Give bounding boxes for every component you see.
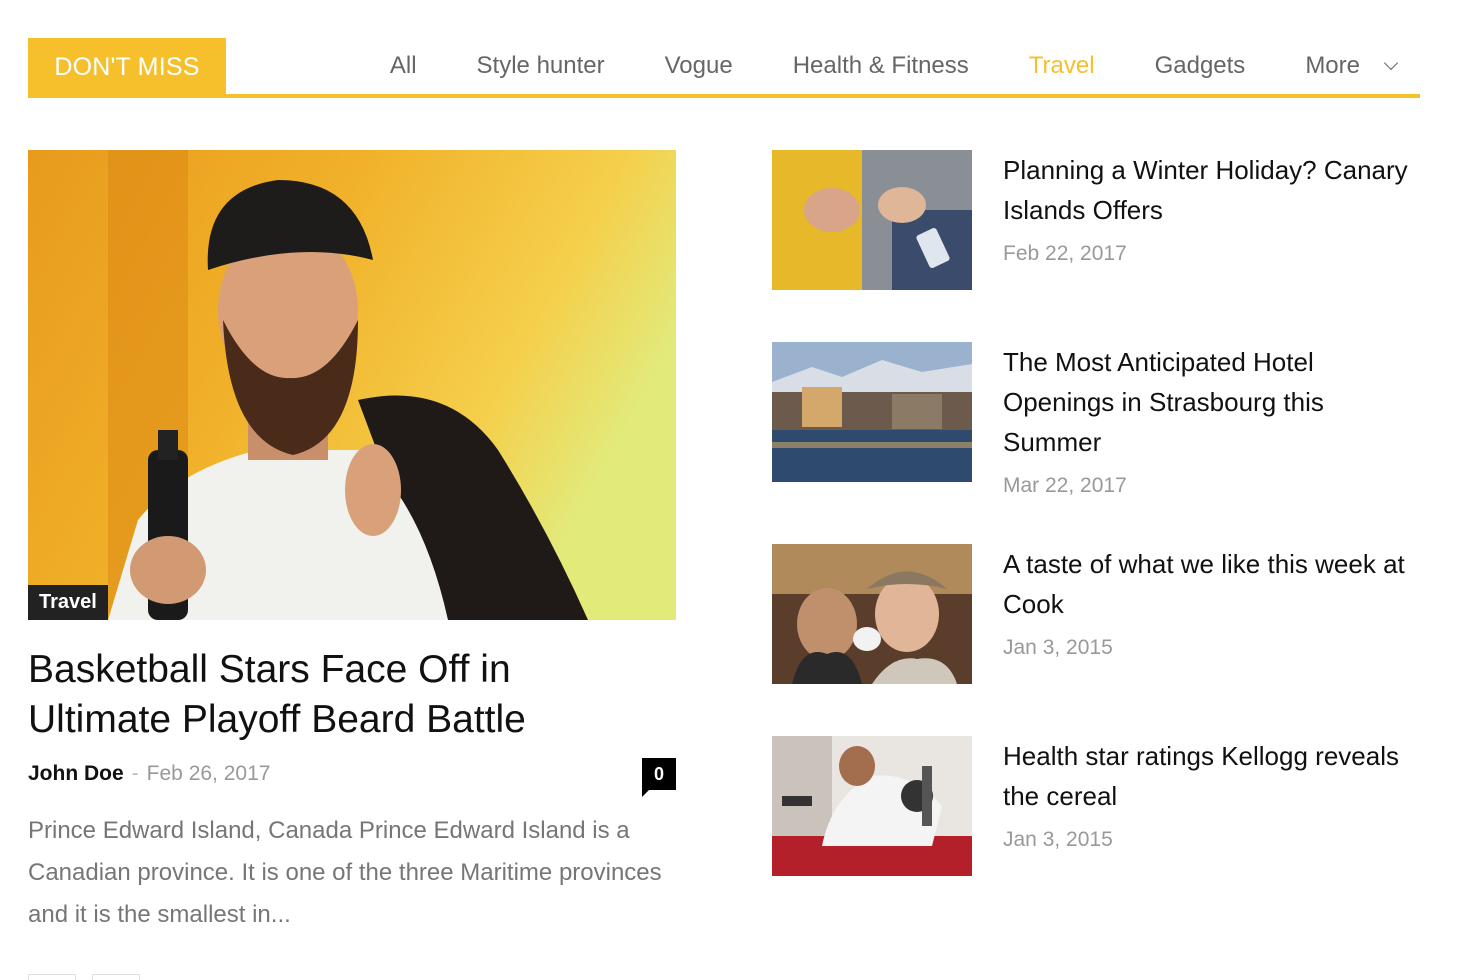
article-title[interactable]: Health star ratings Kellogg reveals the … bbox=[1003, 736, 1423, 816]
filter-more-label: More bbox=[1305, 52, 1360, 79]
article-date: Jan 3, 2015 bbox=[1003, 828, 1113, 851]
article-thumbnail[interactable] bbox=[772, 342, 972, 482]
filter-travel[interactable]: Travel bbox=[1029, 37, 1095, 95]
publish-date: Feb 26, 2017 bbox=[146, 762, 271, 785]
article-thumbnail[interactable] bbox=[772, 544, 972, 684]
feature-image[interactable] bbox=[28, 150, 676, 620]
block-header: DON'T MISS All Style hunter Vogue Health… bbox=[28, 38, 1420, 98]
filter-more-dropdown[interactable]: More bbox=[1305, 37, 1399, 95]
meta-separator: - bbox=[131, 762, 139, 785]
feature-excerpt: Prince Edward Island, Canada Prince Edwa… bbox=[28, 817, 662, 928]
block-title: DON'T MISS bbox=[28, 38, 226, 94]
category-badge[interactable]: Travel bbox=[28, 585, 108, 620]
prev-page-button[interactable] bbox=[28, 974, 76, 980]
article-title[interactable]: A taste of what we like this week at Coo… bbox=[1003, 544, 1423, 624]
article-thumbnail[interactable] bbox=[772, 736, 972, 876]
comment-count-badge[interactable]: 0 bbox=[642, 758, 676, 797]
chevron-down-icon bbox=[1383, 55, 1399, 71]
filter-style-hunter[interactable]: Style hunter bbox=[477, 37, 605, 95]
category-filter-bar: All Style hunter Vogue Health & Fitness … bbox=[330, 37, 1399, 95]
article-date: Jan 3, 2015 bbox=[1003, 636, 1113, 659]
article-thumbnail[interactable] bbox=[772, 150, 972, 290]
filter-all[interactable]: All bbox=[390, 37, 417, 95]
filter-vogue[interactable]: Vogue bbox=[665, 37, 733, 95]
filter-gadgets[interactable]: Gadgets bbox=[1155, 37, 1246, 95]
article-date: Mar 22, 2017 bbox=[1003, 474, 1127, 497]
filter-health-fitness[interactable]: Health & Fitness bbox=[793, 37, 969, 95]
feature-title[interactable]: Basketball Stars Face Off in Ultimate Pl… bbox=[28, 645, 628, 745]
author-name[interactable]: John Doe bbox=[28, 762, 124, 785]
article-title[interactable]: The Most Anticipated Hotel Openings in S… bbox=[1003, 342, 1423, 462]
feature-meta: John Doe - Feb 26, 2017 bbox=[28, 760, 270, 788]
next-page-button[interactable] bbox=[92, 974, 140, 980]
article-title[interactable]: Planning a Winter Holiday? Canary Island… bbox=[1003, 150, 1423, 230]
article-date: Feb 22, 2017 bbox=[1003, 242, 1127, 265]
